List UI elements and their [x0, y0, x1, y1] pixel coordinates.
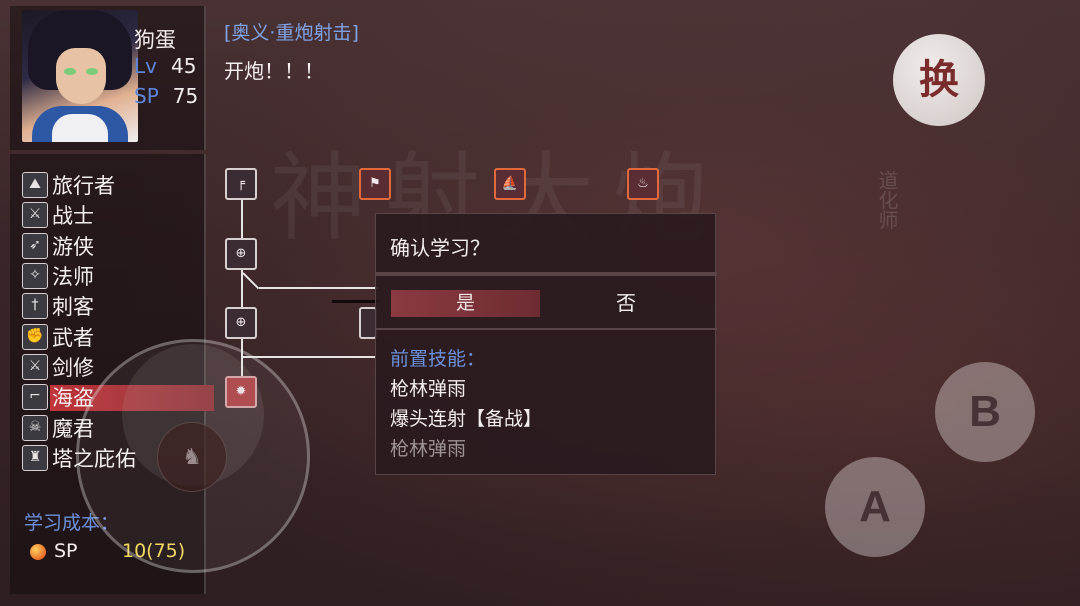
skill-node-shotgun[interactable]: ╒	[225, 168, 257, 200]
class-label: 剑修	[52, 355, 94, 380]
character-name: 狗蛋	[134, 28, 176, 52]
sp-row: SP 75	[134, 84, 198, 108]
class-label: 法师	[52, 265, 94, 290]
divider	[376, 272, 717, 276]
sp-value: 75	[172, 84, 199, 108]
background-side-text: 道化师	[875, 170, 899, 230]
character-panel: 狗蛋 Lv 45 SP 75	[10, 6, 206, 150]
traveler-icon: ⛰	[22, 172, 48, 199]
skill-node-boat[interactable]: ⛵	[494, 168, 526, 200]
character-portrait	[22, 10, 138, 142]
skill-description: 开炮！！！	[224, 59, 324, 83]
level-value: 45	[170, 54, 197, 78]
class-label: 战士	[52, 204, 94, 229]
dagger-icon: †	[22, 293, 48, 320]
joystick-knob[interactable]: ♞	[157, 422, 227, 492]
dialog-title: 确认学习？	[390, 236, 490, 260]
sp-orb-icon	[30, 544, 46, 560]
skill-node-crosshair[interactable]: ⊕	[225, 238, 257, 270]
class-item-traveler[interactable]: ⛰ 旅行者	[22, 170, 198, 200]
skill-title: [奥义·重炮射击]	[224, 22, 359, 44]
skill-node-fire-bottles[interactable]: ♨	[627, 168, 659, 200]
prerequisite-skill: 枪林弹雨	[390, 378, 467, 400]
cost-currency: SP	[54, 540, 78, 562]
class-label: 武者	[52, 325, 94, 350]
class-item-warrior[interactable]: ⚔ 战士	[22, 200, 198, 230]
class-label: 游侠	[52, 234, 94, 259]
b-button[interactable]: B	[935, 362, 1035, 462]
class-item-assassin[interactable]: † 刺客	[22, 291, 198, 321]
level-row: Lv 45	[134, 54, 196, 78]
bow-icon: ➶	[22, 232, 48, 259]
sp-label: SP	[134, 84, 159, 108]
yes-button[interactable]: 是	[391, 290, 540, 317]
tree-connector	[243, 356, 375, 358]
class-item-mage[interactable]: ✧ 法师	[22, 261, 198, 291]
class-item-ranger[interactable]: ➶ 游侠	[22, 231, 198, 261]
fist-icon: ✊	[22, 323, 48, 350]
staff-icon: ✧	[22, 263, 48, 290]
sword-icon: ⚔	[22, 353, 48, 380]
skill-node-flag[interactable]: ⚑	[359, 168, 391, 200]
a-button[interactable]: A	[825, 457, 925, 557]
tree-connector	[259, 287, 379, 289]
skill-description-panel: [奥义·重炮射击] 开炮！！！	[224, 18, 864, 84]
tower-icon: ♜	[22, 444, 48, 471]
prerequisite-skill: 枪林弹雨	[390, 438, 467, 460]
prerequisite-title: 前置技能：	[390, 348, 486, 370]
prerequisite-skill: 爆头连射【备战】	[390, 408, 543, 430]
no-button[interactable]: 否	[576, 290, 676, 317]
class-label: 刺客	[52, 295, 94, 320]
level-label: Lv	[134, 54, 157, 78]
divider	[376, 328, 717, 330]
demon-mask-icon: ☠	[22, 414, 48, 441]
axe-icon: ⚔	[22, 202, 48, 229]
pistol-icon: ⌐	[22, 384, 48, 411]
helmet-icon: ♞	[182, 445, 202, 470]
class-label: 旅行者	[52, 174, 115, 199]
skill-node-crosshair-2[interactable]: ⊕	[225, 307, 257, 339]
swap-button[interactable]: 换	[893, 34, 985, 126]
confirm-learn-dialog: 确认学习？ 是 否 前置技能： 枪林弹雨 爆头连射【备战】 枪林弹雨	[375, 213, 717, 475]
tree-arrow	[332, 300, 380, 303]
